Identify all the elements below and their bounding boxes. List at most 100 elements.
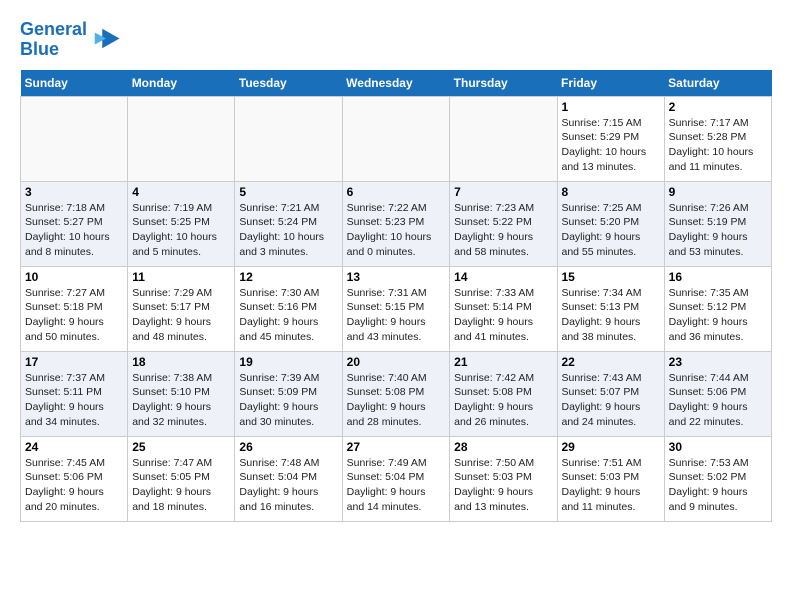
- day-number: 30: [669, 440, 767, 454]
- day-number: 13: [347, 270, 446, 284]
- day-info: Sunrise: 7:53 AM Sunset: 5:02 PM Dayligh…: [669, 456, 767, 515]
- calendar-day-cell: 19Sunrise: 7:39 AM Sunset: 5:09 PM Dayli…: [235, 351, 342, 436]
- day-number: 7: [454, 185, 552, 199]
- calendar-day-cell: 20 Sunrise: 7:40 AM Sunset: 5:08 PM Dayli…: [342, 351, 450, 436]
- calendar-day-cell: 16 Sunrise: 7:35 AM Sunset: 5:12 PM Dayli…: [664, 266, 771, 351]
- calendar-day-cell: 28Sunrise: 7:50 AM Sunset: 5:03 PM Dayli…: [450, 436, 557, 521]
- day-number: 24: [25, 440, 123, 454]
- day-number: 18: [132, 355, 230, 369]
- day-info: Sunrise: 7:44 AM Sunset: 5:06 PM Dayligh…: [669, 371, 767, 430]
- day-info: Sunrise: 7:18 AM Sunset: 5:27 PM Dayligh…: [25, 201, 123, 260]
- day-number: 1: [562, 100, 660, 114]
- day-info: Sunrise: 7:35 AM Sunset: 5:12 PM Dayligh…: [669, 286, 767, 345]
- calendar-day-cell: 3 Sunrise: 7:18 AM Sunset: 5:27 PM Daylig…: [21, 181, 128, 266]
- day-info: Sunrise: 7:49 AM Sunset: 5:04 PM Dayligh…: [347, 456, 446, 515]
- day-info: Sunrise: 7:25 AM Sunset: 5:20 PM Dayligh…: [562, 201, 660, 260]
- calendar-day-cell: [128, 96, 235, 181]
- calendar-day-cell: 30 Sunrise: 7:53 AM Sunset: 5:02 PM Dayli…: [664, 436, 771, 521]
- weekday-header: Wednesday: [342, 70, 450, 97]
- calendar-day-cell: 2 Sunrise: 7:17 AM Sunset: 5:28 PM Daylig…: [664, 96, 771, 181]
- calendar-day-cell: 15 Sunrise: 7:34 AM Sunset: 5:13 PM Dayli…: [557, 266, 664, 351]
- weekday-header: Friday: [557, 70, 664, 97]
- day-info: Sunrise: 7:30 AM Sunset: 5:16 PM Dayligh…: [239, 286, 337, 345]
- day-info: Sunrise: 7:47 AM Sunset: 5:05 PM Dayligh…: [132, 456, 230, 515]
- day-info: Sunrise: 7:33 AM Sunset: 5:14 PM Dayligh…: [454, 286, 552, 345]
- calendar-day-cell: 14 Sunrise: 7:33 AM Sunset: 5:14 PM Dayli…: [450, 266, 557, 351]
- calendar-day-cell: 26 Sunrise: 7:48 AM Sunset: 5:04 PM Dayli…: [235, 436, 342, 521]
- calendar-day-cell: 1Sunrise: 7:15 AM Sunset: 5:29 PM Daylig…: [557, 96, 664, 181]
- calendar-day-cell: [235, 96, 342, 181]
- calendar-day-cell: 13 Sunrise: 7:31 AM Sunset: 5:15 PM Dayli…: [342, 266, 450, 351]
- day-info: Sunrise: 7:43 AM Sunset: 5:07 PM Dayligh…: [562, 371, 660, 430]
- calendar-day-cell: 25 Sunrise: 7:47 AM Sunset: 5:05 PM Dayli…: [128, 436, 235, 521]
- calendar-day-cell: 18Sunrise: 7:38 AM Sunset: 5:10 PM Dayli…: [128, 351, 235, 436]
- calendar-day-cell: 29 Sunrise: 7:51 AM Sunset: 5:03 PM Dayli…: [557, 436, 664, 521]
- day-number: 15: [562, 270, 660, 284]
- day-info: Sunrise: 7:40 AM Sunset: 5:08 PM Dayligh…: [347, 371, 446, 430]
- calendar-week-row: 1Sunrise: 7:15 AM Sunset: 5:29 PM Daylig…: [21, 96, 772, 181]
- day-number: 19: [239, 355, 337, 369]
- day-info: Sunrise: 7:48 AM Sunset: 5:04 PM Dayligh…: [239, 456, 337, 515]
- page-header: General Blue: [20, 20, 772, 60]
- day-number: 16: [669, 270, 767, 284]
- calendar-table: SundayMondayTuesdayWednesdayThursdayFrid…: [20, 70, 772, 522]
- day-number: 5: [239, 185, 337, 199]
- calendar-day-cell: 21 Sunrise: 7:42 AM Sunset: 5:08 PM Dayli…: [450, 351, 557, 436]
- weekday-header: Sunday: [21, 70, 128, 97]
- calendar-day-cell: 11 Sunrise: 7:29 AM Sunset: 5:17 PM Dayli…: [128, 266, 235, 351]
- day-number: 20: [347, 355, 446, 369]
- calendar-day-cell: 5Sunrise: 7:21 AM Sunset: 5:24 PM Daylig…: [235, 181, 342, 266]
- day-number: 11: [132, 270, 230, 284]
- calendar-week-row: 10Sunrise: 7:27 AM Sunset: 5:18 PM Dayli…: [21, 266, 772, 351]
- logo-icon: [91, 25, 121, 55]
- day-number: 9: [669, 185, 767, 199]
- day-number: 6: [347, 185, 446, 199]
- weekday-header: Tuesday: [235, 70, 342, 97]
- calendar-week-row: 17 Sunrise: 7:37 AM Sunset: 5:11 PM Dayli…: [21, 351, 772, 436]
- calendar-day-cell: 10Sunrise: 7:27 AM Sunset: 5:18 PM Dayli…: [21, 266, 128, 351]
- day-number: 3: [25, 185, 123, 199]
- day-number: 23: [669, 355, 767, 369]
- day-number: 4: [132, 185, 230, 199]
- day-info: Sunrise: 7:45 AM Sunset: 5:06 PM Dayligh…: [25, 456, 123, 515]
- day-info: Sunrise: 7:31 AM Sunset: 5:15 PM Dayligh…: [347, 286, 446, 345]
- day-number: 21: [454, 355, 552, 369]
- calendar-day-cell: 4Sunrise: 7:19 AM Sunset: 5:25 PM Daylig…: [128, 181, 235, 266]
- calendar-day-cell: 22 Sunrise: 7:43 AM Sunset: 5:07 PM Dayli…: [557, 351, 664, 436]
- day-info: Sunrise: 7:23 AM Sunset: 5:22 PM Dayligh…: [454, 201, 552, 260]
- day-number: 25: [132, 440, 230, 454]
- calendar-day-cell: [342, 96, 450, 181]
- calendar-day-cell: 8 Sunrise: 7:25 AM Sunset: 5:20 PM Daylig…: [557, 181, 664, 266]
- day-number: 22: [562, 355, 660, 369]
- day-info: Sunrise: 7:29 AM Sunset: 5:17 PM Dayligh…: [132, 286, 230, 345]
- day-number: 14: [454, 270, 552, 284]
- day-number: 2: [669, 100, 767, 114]
- calendar-day-cell: 6 Sunrise: 7:22 AM Sunset: 5:23 PM Daylig…: [342, 181, 450, 266]
- day-number: 27: [347, 440, 446, 454]
- weekday-header: Monday: [128, 70, 235, 97]
- day-number: 17: [25, 355, 123, 369]
- day-number: 29: [562, 440, 660, 454]
- day-number: 12: [239, 270, 337, 284]
- day-info: Sunrise: 7:51 AM Sunset: 5:03 PM Dayligh…: [562, 456, 660, 515]
- logo-text: General Blue: [20, 20, 87, 60]
- day-info: Sunrise: 7:22 AM Sunset: 5:23 PM Dayligh…: [347, 201, 446, 260]
- day-info: Sunrise: 7:42 AM Sunset: 5:08 PM Dayligh…: [454, 371, 552, 430]
- day-number: 8: [562, 185, 660, 199]
- weekday-header: Thursday: [450, 70, 557, 97]
- day-info: Sunrise: 7:37 AM Sunset: 5:11 PM Dayligh…: [25, 371, 123, 430]
- calendar-day-cell: 9Sunrise: 7:26 AM Sunset: 5:19 PM Daylig…: [664, 181, 771, 266]
- calendar-day-cell: [21, 96, 128, 181]
- day-info: Sunrise: 7:17 AM Sunset: 5:28 PM Dayligh…: [669, 116, 767, 175]
- calendar-day-cell: 12 Sunrise: 7:30 AM Sunset: 5:16 PM Dayli…: [235, 266, 342, 351]
- day-info: Sunrise: 7:50 AM Sunset: 5:03 PM Dayligh…: [454, 456, 552, 515]
- day-info: Sunrise: 7:27 AM Sunset: 5:18 PM Dayligh…: [25, 286, 123, 345]
- calendar-week-row: 24 Sunrise: 7:45 AM Sunset: 5:06 PM Dayli…: [21, 436, 772, 521]
- calendar-day-cell: 24 Sunrise: 7:45 AM Sunset: 5:06 PM Dayli…: [21, 436, 128, 521]
- day-info: Sunrise: 7:34 AM Sunset: 5:13 PM Dayligh…: [562, 286, 660, 345]
- day-number: 26: [239, 440, 337, 454]
- calendar-week-row: 3 Sunrise: 7:18 AM Sunset: 5:27 PM Daylig…: [21, 181, 772, 266]
- calendar-day-cell: 23 Sunrise: 7:44 AM Sunset: 5:06 PM Dayli…: [664, 351, 771, 436]
- calendar-day-cell: [450, 96, 557, 181]
- calendar-day-cell: 17 Sunrise: 7:37 AM Sunset: 5:11 PM Dayli…: [21, 351, 128, 436]
